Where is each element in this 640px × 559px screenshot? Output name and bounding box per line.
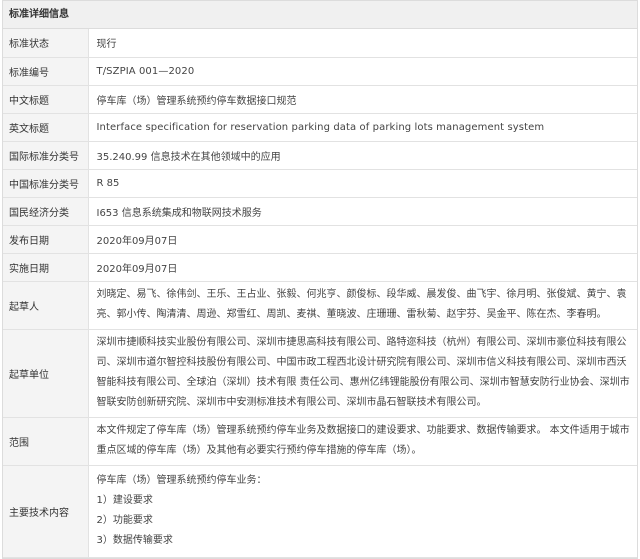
row-cn-title: 中文标题 停车库（场）管理系统预约停车数据接口规范 xyxy=(3,85,637,114)
label-status: 标准状态 xyxy=(3,29,89,58)
label-en-title: 英文标题 xyxy=(3,113,89,142)
label-drafters: 起草人 xyxy=(3,281,89,330)
row-publish: 发布日期 2020年09月07日 xyxy=(3,225,637,254)
tech-line: 2）功能要求 xyxy=(96,515,153,526)
row-intl-class: 国际标准分类号 35.240.99 信息技术在其他领域中的应用 xyxy=(3,141,637,170)
value-status: 现行 xyxy=(88,29,637,58)
row-cn-class: 中国标准分类号 R 85 xyxy=(3,169,637,198)
value-publish: 2020年09月07日 xyxy=(88,225,637,254)
value-number: T/SZPIA 001—2020 xyxy=(88,57,637,86)
label-intl-class: 国际标准分类号 xyxy=(3,141,89,170)
tech-line: 1）建设要求 xyxy=(96,495,153,506)
value-drafting-units: 深圳市捷顺科技实业股份有限公司、深圳市捷思高科技有限公司、路特迩科技（杭州）有限… xyxy=(88,329,637,418)
label-tech: 主要技术内容 xyxy=(3,465,89,558)
row-status: 标准状态 现行 xyxy=(3,29,637,58)
row-drafting-units: 起草单位 深圳市捷顺科技实业股份有限公司、深圳市捷思高科技有限公司、路特迩科技（… xyxy=(3,329,637,418)
row-number: 标准编号 T/SZPIA 001—2020 xyxy=(3,57,637,86)
value-en-title: Interface specification for reservation … xyxy=(88,113,637,142)
row-drafters: 起草人 刘晓定、易飞、徐伟剑、王乐、王占业、张毅、何兆亨、颜俊标、段华威、晨发俊… xyxy=(3,281,637,330)
row-en-title: 英文标题 Interface specification for reserva… xyxy=(3,113,637,142)
tech-line: 3）数据传输要求 xyxy=(96,535,173,546)
standard-detail-panel: 标准详细信息 标准状态 现行 标准编号 T/SZPIA 001—2020 中文标… xyxy=(2,0,638,559)
value-tech: 停车库（场）管理系统预约停车业务： 1）建设要求 2）功能要求 3）数据传输要求 xyxy=(88,465,637,558)
label-economy: 国民经济分类 xyxy=(3,197,89,226)
value-cn-title: 停车库（场）管理系统预约停车数据接口规范 xyxy=(88,85,637,114)
label-scope: 范围 xyxy=(3,417,89,466)
label-publish: 发布日期 xyxy=(3,225,89,254)
row-scope: 范围 本文件规定了停车库（场）管理系统预约停车业务及数据接口的建设要求、功能要求… xyxy=(3,417,637,466)
value-economy: I653 信息系统集成和物联网技术服务 xyxy=(88,197,637,226)
row-tech: 主要技术内容 停车库（场）管理系统预约停车业务： 1）建设要求 2）功能要求 3… xyxy=(3,465,637,558)
tech-line: 停车库（场）管理系统预约停车业务： xyxy=(96,475,267,486)
row-implement: 实施日期 2020年09月07日 xyxy=(3,253,637,282)
value-implement: 2020年09月07日 xyxy=(88,253,637,282)
row-economy: 国民经济分类 I653 信息系统集成和物联网技术服务 xyxy=(3,197,637,226)
value-scope: 本文件规定了停车库（场）管理系统预约停车业务及数据接口的建设要求、功能要求、数据… xyxy=(88,417,637,466)
value-intl-class: 35.240.99 信息技术在其他领域中的应用 xyxy=(88,141,637,170)
label-drafting-units: 起草单位 xyxy=(3,329,89,418)
panel-title: 标准详细信息 xyxy=(3,1,637,29)
value-drafters: 刘晓定、易飞、徐伟剑、王乐、王占业、张毅、何兆亨、颜俊标、段华威、晨发俊、曲飞宇… xyxy=(88,281,637,330)
label-cn-class: 中国标准分类号 xyxy=(3,169,89,198)
value-cn-class: R 85 xyxy=(88,169,637,198)
label-cn-title: 中文标题 xyxy=(3,85,89,114)
label-implement: 实施日期 xyxy=(3,253,89,282)
detail-table: 标准状态 现行 标准编号 T/SZPIA 001—2020 中文标题 停车库（场… xyxy=(3,29,637,558)
label-number: 标准编号 xyxy=(3,57,89,86)
